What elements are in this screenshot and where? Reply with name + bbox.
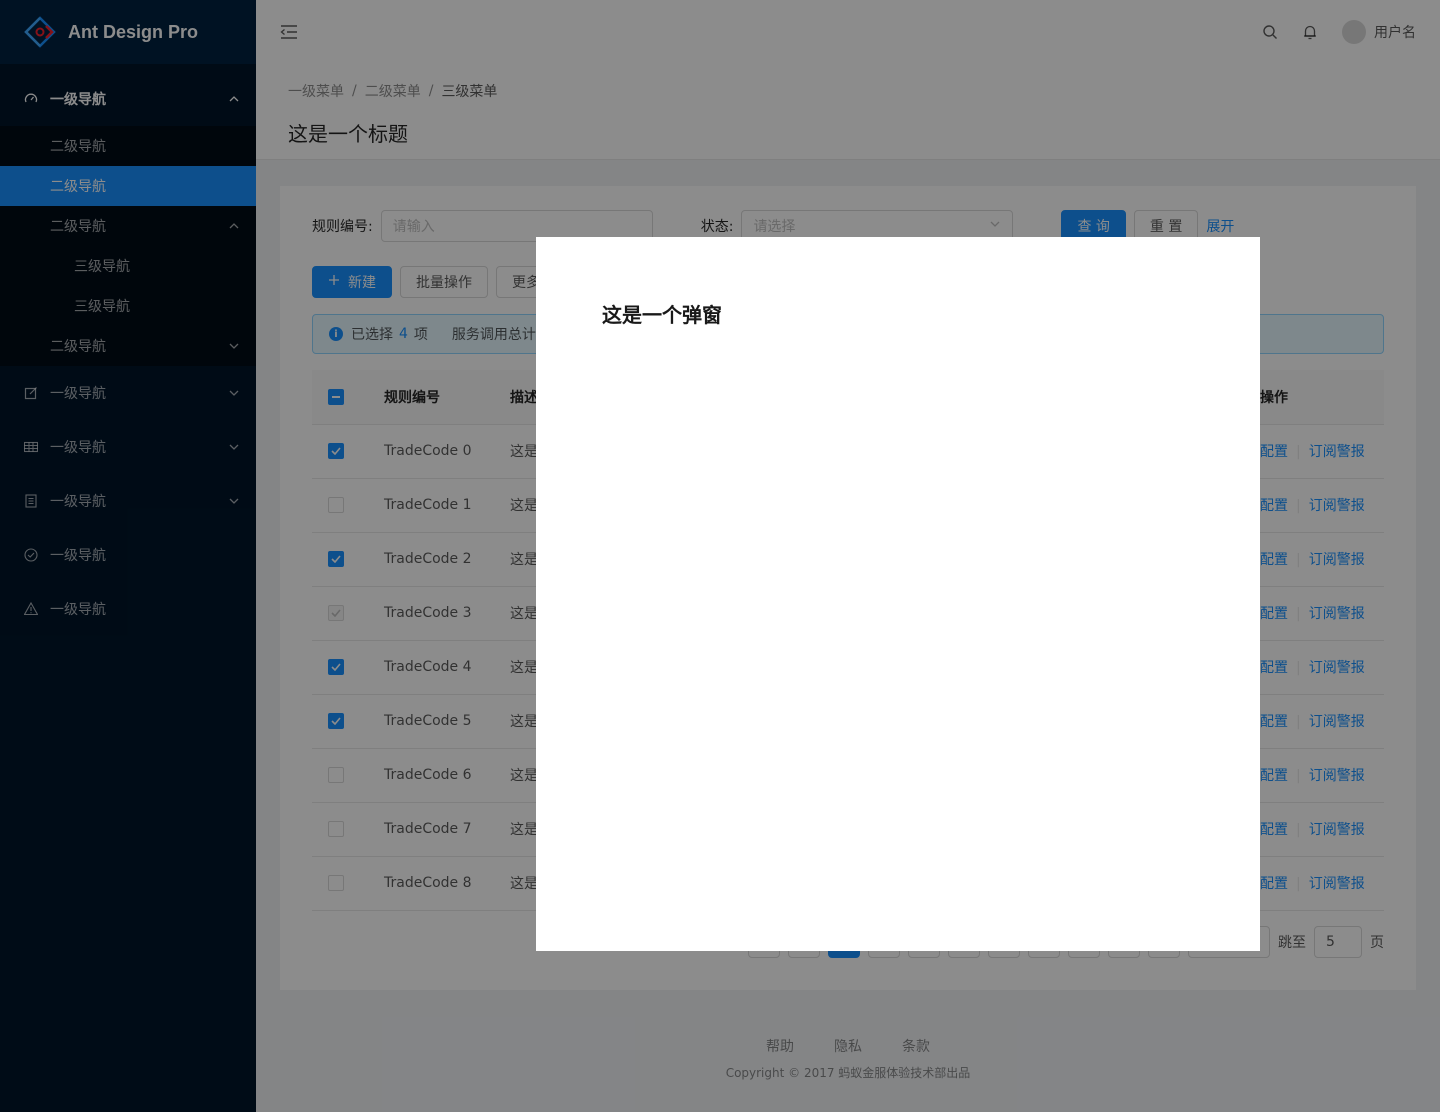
modal-dialog: 这是一个弹窗 [536, 237, 1260, 951]
modal-title: 这是一个弹窗 [602, 303, 722, 327]
